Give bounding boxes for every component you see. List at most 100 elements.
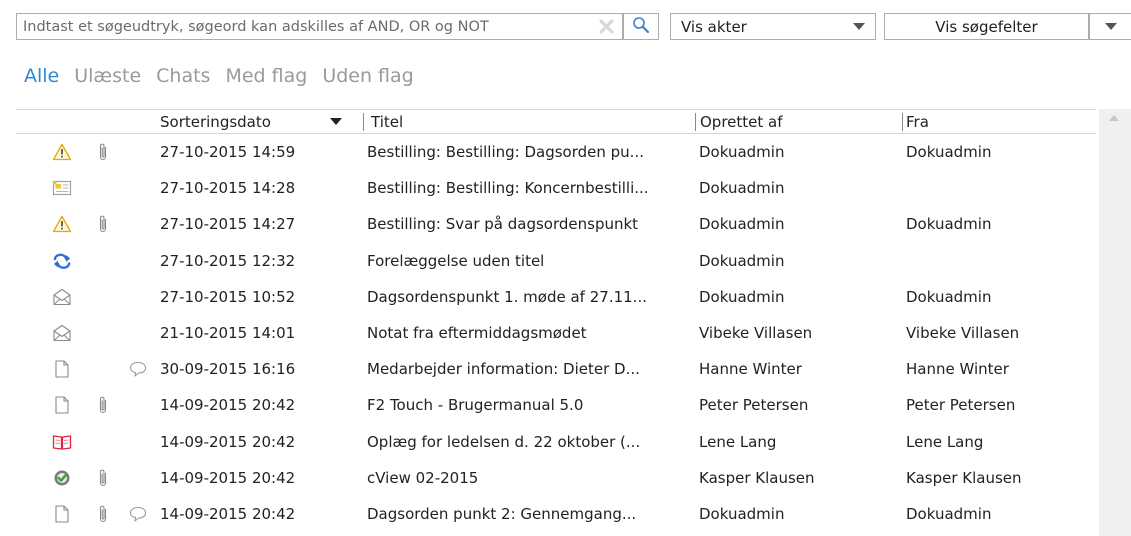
row-from: Kasper Klausen [906, 468, 1022, 487]
tab-ulaeste[interactable]: Ulæste [74, 65, 141, 87]
table-row[interactable]: 21-10-2015 14:01 Notat fra eftermiddagsmø… [16, 315, 1096, 351]
row-title: cView 02-2015 [367, 468, 479, 487]
table-row[interactable]: 14-09-2015 20:42 Dagsorden punkt 2: Genne… [16, 496, 1096, 532]
submission-icon [52, 252, 72, 270]
document-icon [52, 505, 72, 523]
table-row[interactable]: 30-09-2015 16:16 Medarbejder information:… [16, 351, 1096, 387]
table-row[interactable]: 14-09-2015 20:42 cView 02-2015 Kasper Klau… [16, 460, 1096, 496]
records-body: 27-10-2015 14:59 Bestilling: Bestilling: … [16, 134, 1096, 532]
envelope-icon [52, 324, 72, 342]
row-created-by: Kasper Klausen [699, 468, 815, 487]
row-date: 27-10-2015 14:27 [160, 215, 296, 234]
row-created-by: Dokuadmin [699, 143, 785, 161]
table-row[interactable]: 27-10-2015 14:59 Bestilling: Bestilling: … [16, 134, 1096, 170]
column-divider[interactable] [902, 113, 903, 131]
row-created-by: Dokuadmin [699, 215, 785, 234]
sort-descending-icon[interactable] [330, 118, 342, 125]
row-title: Bestilling: Bestilling: Koncernbestilli.… [367, 179, 649, 198]
table-row[interactable]: 14-09-2015 20:42 F2 Touch - Brugermanual … [16, 387, 1096, 423]
row-title: Bestilling: Bestilling: Dagsorden pu... [367, 143, 644, 161]
column-header-date[interactable]: Sorteringsdato [160, 112, 271, 132]
column-divider[interactable] [363, 113, 364, 131]
row-created-by: Dokuadmin [699, 504, 785, 523]
show-records-select[interactable]: Vis akter [670, 13, 876, 40]
paperclip-icon [97, 142, 109, 162]
row-date: 14-09-2015 20:42 [160, 504, 296, 523]
column-header-row: Sorteringsdato Titel Oprettet af Fra [16, 109, 1096, 134]
chevron-down-icon [1104, 23, 1117, 30]
vertical-scrollbar[interactable] [1099, 109, 1131, 536]
warning-icon [52, 143, 72, 161]
comment-icon [129, 361, 147, 377]
table-row[interactable]: 27-10-2015 14:28 Bestilling: Bestilling: … [16, 170, 1096, 206]
row-from: Peter Petersen [906, 396, 1016, 415]
row-date: 14-09-2015 20:42 [160, 396, 296, 415]
row-title: Forelæggelse uden titel [367, 251, 545, 270]
row-from: Dokuadmin [906, 143, 992, 161]
row-date: 21-10-2015 14:01 [160, 323, 296, 342]
row-from: Vibeke Villasen [906, 323, 1020, 342]
row-title: Bestilling: Svar på dagsordenspunkt [367, 215, 639, 234]
paperclip-icon [97, 214, 109, 234]
book-icon [52, 433, 72, 451]
tab-alle[interactable]: Alle [24, 65, 59, 87]
row-from: Dokuadmin [906, 215, 992, 234]
row-date: 27-10-2015 12:32 [160, 251, 296, 270]
approved-icon [52, 469, 72, 487]
table-row[interactable]: 27-10-2015 10:52 Dagsordenspunkt 1. møde … [16, 279, 1096, 315]
row-from: Hanne Winter [906, 360, 1009, 379]
row-created-by: Lene Lang [699, 432, 777, 451]
row-created-by: Hanne Winter [699, 360, 802, 379]
column-header-title[interactable]: Titel [371, 112, 403, 132]
table-row[interactable]: 27-10-2015 14:27 Bestilling: Svar på dags… [16, 206, 1096, 242]
row-created-by: Dokuadmin [699, 179, 785, 198]
row-title: Medarbejder information: Dieter D... [367, 360, 640, 379]
chevron-down-icon [853, 23, 865, 30]
row-created-by: Dokuadmin [699, 251, 785, 270]
warning-icon [52, 215, 72, 233]
row-title: Oplæg for ledelsen d. 22 oktober (... [367, 432, 641, 451]
tab-uden-flag[interactable]: Uden flag [322, 65, 413, 87]
document-icon [52, 360, 72, 378]
row-date: 27-10-2015 14:59 [160, 143, 296, 161]
table-row[interactable]: 14-09-2015 20:42 Oplæg for ledelsen d. 22… [16, 424, 1096, 460]
document-icon [52, 396, 72, 414]
row-from: Dokuadmin [906, 287, 992, 306]
envelope-icon [52, 288, 72, 306]
row-created-by: Vibeke Villasen [699, 323, 813, 342]
show-search-fields-button[interactable]: Vis søgefelter [884, 13, 1089, 40]
row-date: 27-10-2015 10:52 [160, 287, 296, 306]
row-created-by: Dokuadmin [699, 287, 785, 306]
search-button[interactable] [623, 13, 659, 40]
search-icon [632, 16, 650, 38]
row-from: Lene Lang [906, 432, 984, 451]
records-list: Sorteringsdato Titel Oprettet af Fra 27-… [16, 109, 1096, 532]
search-fields-dropdown-button[interactable] [1089, 13, 1131, 40]
column-header-from[interactable]: Fra [906, 112, 929, 132]
order-card-icon [52, 179, 72, 197]
clear-icon[interactable] [598, 18, 615, 35]
row-title: F2 Touch - Brugermanual 5.0 [367, 396, 584, 415]
filter-tabs: Alle Ulæste Chats Med flag Uden flag [24, 65, 429, 87]
tab-chats[interactable]: Chats [156, 65, 210, 87]
tab-med-flag[interactable]: Med flag [225, 65, 307, 87]
comment-icon [129, 506, 147, 522]
show-records-label: Vis akter [681, 17, 747, 36]
paperclip-icon [97, 395, 109, 415]
row-date: 27-10-2015 14:28 [160, 179, 296, 198]
row-created-by: Peter Petersen [699, 396, 809, 415]
row-from: Dokuadmin [906, 504, 992, 523]
scroll-up-arrow-icon[interactable] [1109, 115, 1119, 121]
table-row[interactable]: 27-10-2015 12:32 Forelæggelse uden titel D… [16, 243, 1096, 279]
column-header-created-by[interactable]: Oprettet af [700, 112, 783, 132]
column-divider[interactable] [695, 113, 696, 131]
row-title: Dagsordenspunkt 1. møde af 27.11... [367, 287, 647, 306]
row-title: Notat fra eftermiddagsmødet [367, 323, 587, 342]
row-title: Dagsorden punkt 2: Gennemgang... [367, 504, 637, 523]
row-date: 14-09-2015 20:42 [160, 468, 296, 487]
paperclip-icon [97, 468, 109, 488]
search-box[interactable] [16, 13, 623, 40]
show-search-fields-label: Vis søgefelter [935, 17, 1038, 36]
paperclip-icon [97, 504, 109, 524]
search-input[interactable] [17, 14, 587, 39]
